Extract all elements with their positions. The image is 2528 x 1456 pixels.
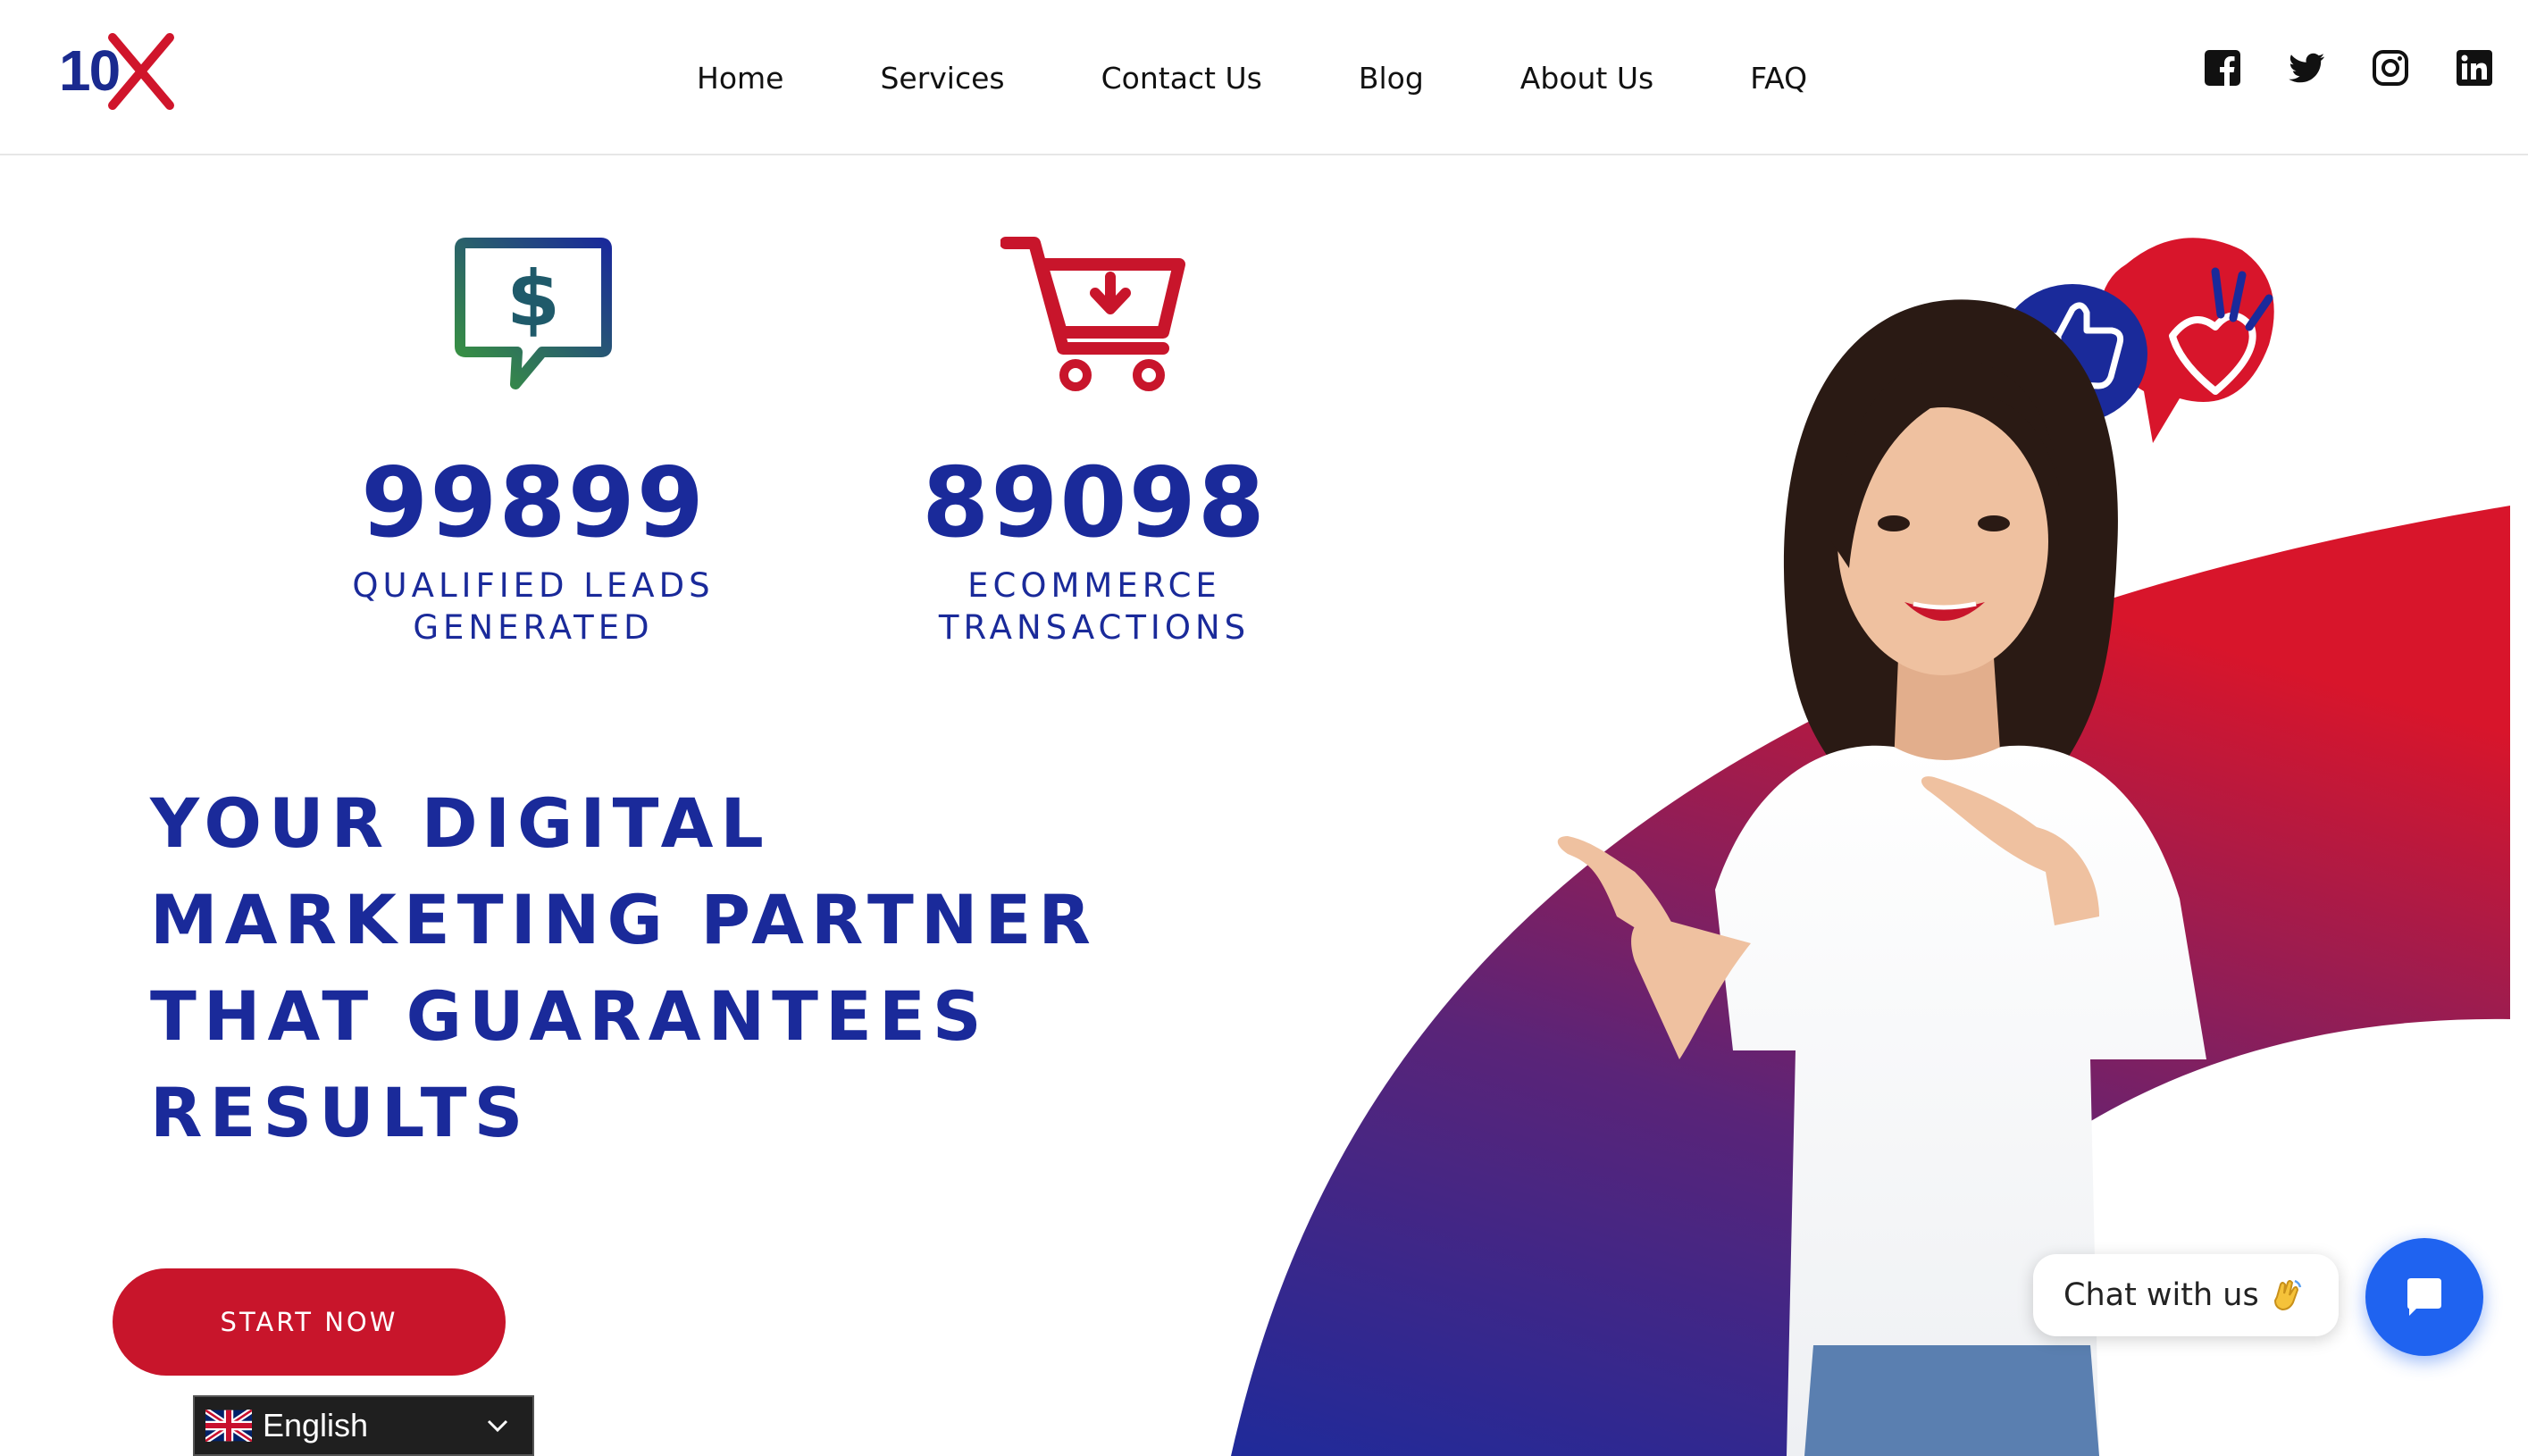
headline-line: MARKETING PARTNER: [150, 880, 1098, 959]
nav-home[interactable]: Home: [697, 61, 783, 96]
start-now-button[interactable]: START NOW: [113, 1268, 506, 1376]
chat-icon: [2407, 1278, 2441, 1316]
language-label: English: [263, 1407, 369, 1443]
instagram-icon[interactable]: [2371, 48, 2410, 88]
logo-x-mark: [108, 33, 174, 110]
linkedin-icon[interactable]: [2455, 48, 2494, 88]
dollar-chat-icon: $: [455, 238, 612, 389]
waving-hand-icon: [2273, 1279, 2301, 1311]
chat-launcher-button[interactable]: [2365, 1238, 2483, 1356]
nav-faq[interactable]: FAQ: [1750, 61, 1807, 96]
stat-number: 99899: [361, 448, 706, 559]
chevron-down-icon: [487, 1419, 508, 1433]
nav-blog[interactable]: Blog: [1359, 61, 1424, 96]
shopping-cart-icon: [1000, 237, 1185, 391]
stat-label-line: GENERATED: [413, 608, 654, 647]
uk-flag-icon: [205, 1410, 252, 1442]
headline-line: YOUR DIGITAL: [150, 783, 771, 863]
stat-qualified-leads: $ 99899 QUALIFIED LEADS GENERATED: [332, 234, 734, 649]
hero-headline: YOUR DIGITAL MARKETING PARTNER THAT GUAR…: [150, 775, 1222, 1161]
twitter-icon[interactable]: [2287, 48, 2326, 88]
headline-line: THAT GUARANTEES: [150, 976, 989, 1056]
headline-line: RESULTS: [150, 1073, 531, 1152]
nav-services[interactable]: Services: [880, 61, 1004, 96]
social-links: [2203, 48, 2494, 88]
nav-about-us[interactable]: About Us: [1520, 61, 1653, 96]
stat-label: QUALIFIED LEADS GENERATED: [332, 565, 734, 649]
site-header: 10 Home Services Contact Us Blog About U…: [0, 0, 2528, 155]
facebook-icon[interactable]: [2203, 48, 2242, 88]
chat-prompt-bubble[interactable]: Chat with us: [2033, 1254, 2339, 1336]
logo[interactable]: 10: [59, 29, 177, 114]
main-nav: Home Services Contact Us Blog About Us F…: [697, 0, 1807, 155]
svg-text:$: $: [506, 255, 560, 344]
chat-prompt-text: Chat with us: [2063, 1277, 2259, 1313]
language-selector[interactable]: English: [193, 1395, 534, 1456]
nav-contact-us[interactable]: Contact Us: [1101, 61, 1262, 96]
stat-label-line: QUALIFIED LEADS: [352, 566, 715, 605]
